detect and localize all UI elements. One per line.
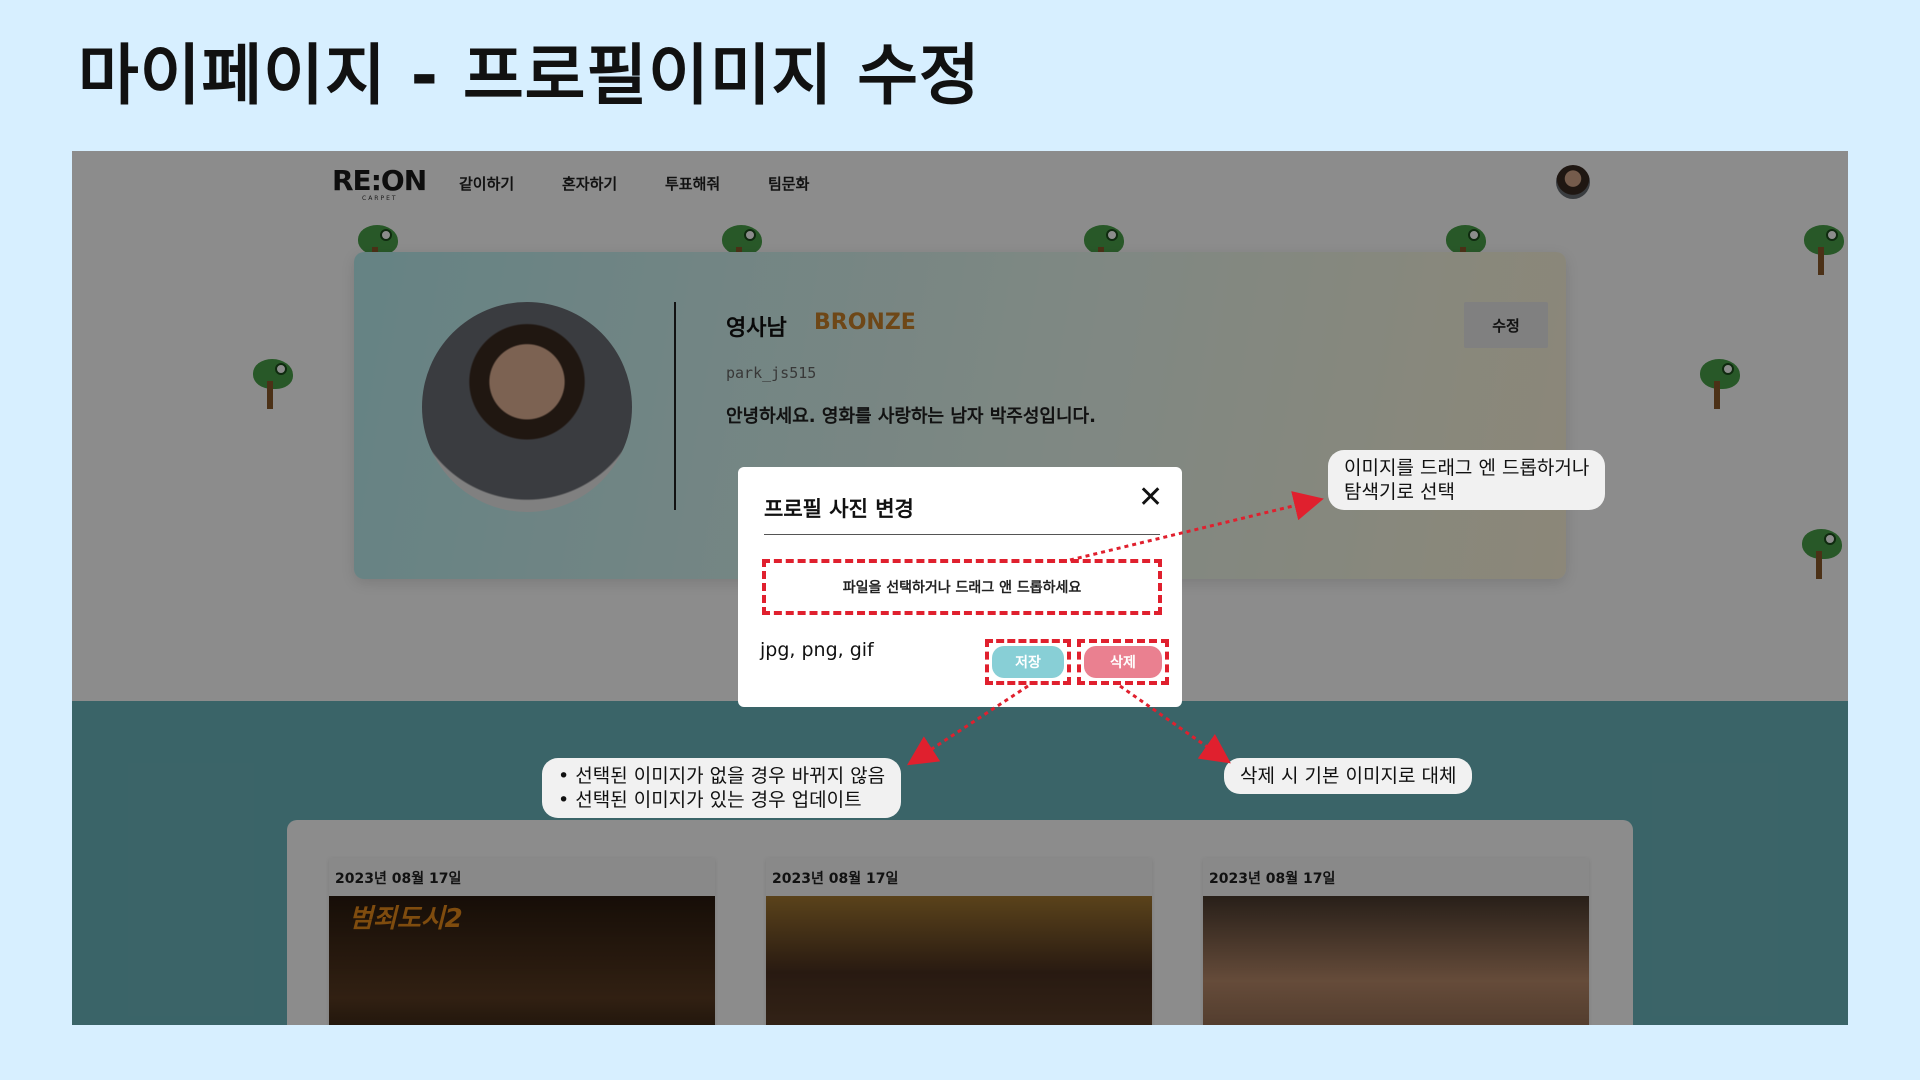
arrow-to-delete-note — [1119, 684, 1231, 764]
arrow-to-save-note — [906, 684, 1029, 766]
arrow-to-dropzone-note — [1069, 491, 1324, 562]
annotation-arrows — [906, 491, 1324, 766]
